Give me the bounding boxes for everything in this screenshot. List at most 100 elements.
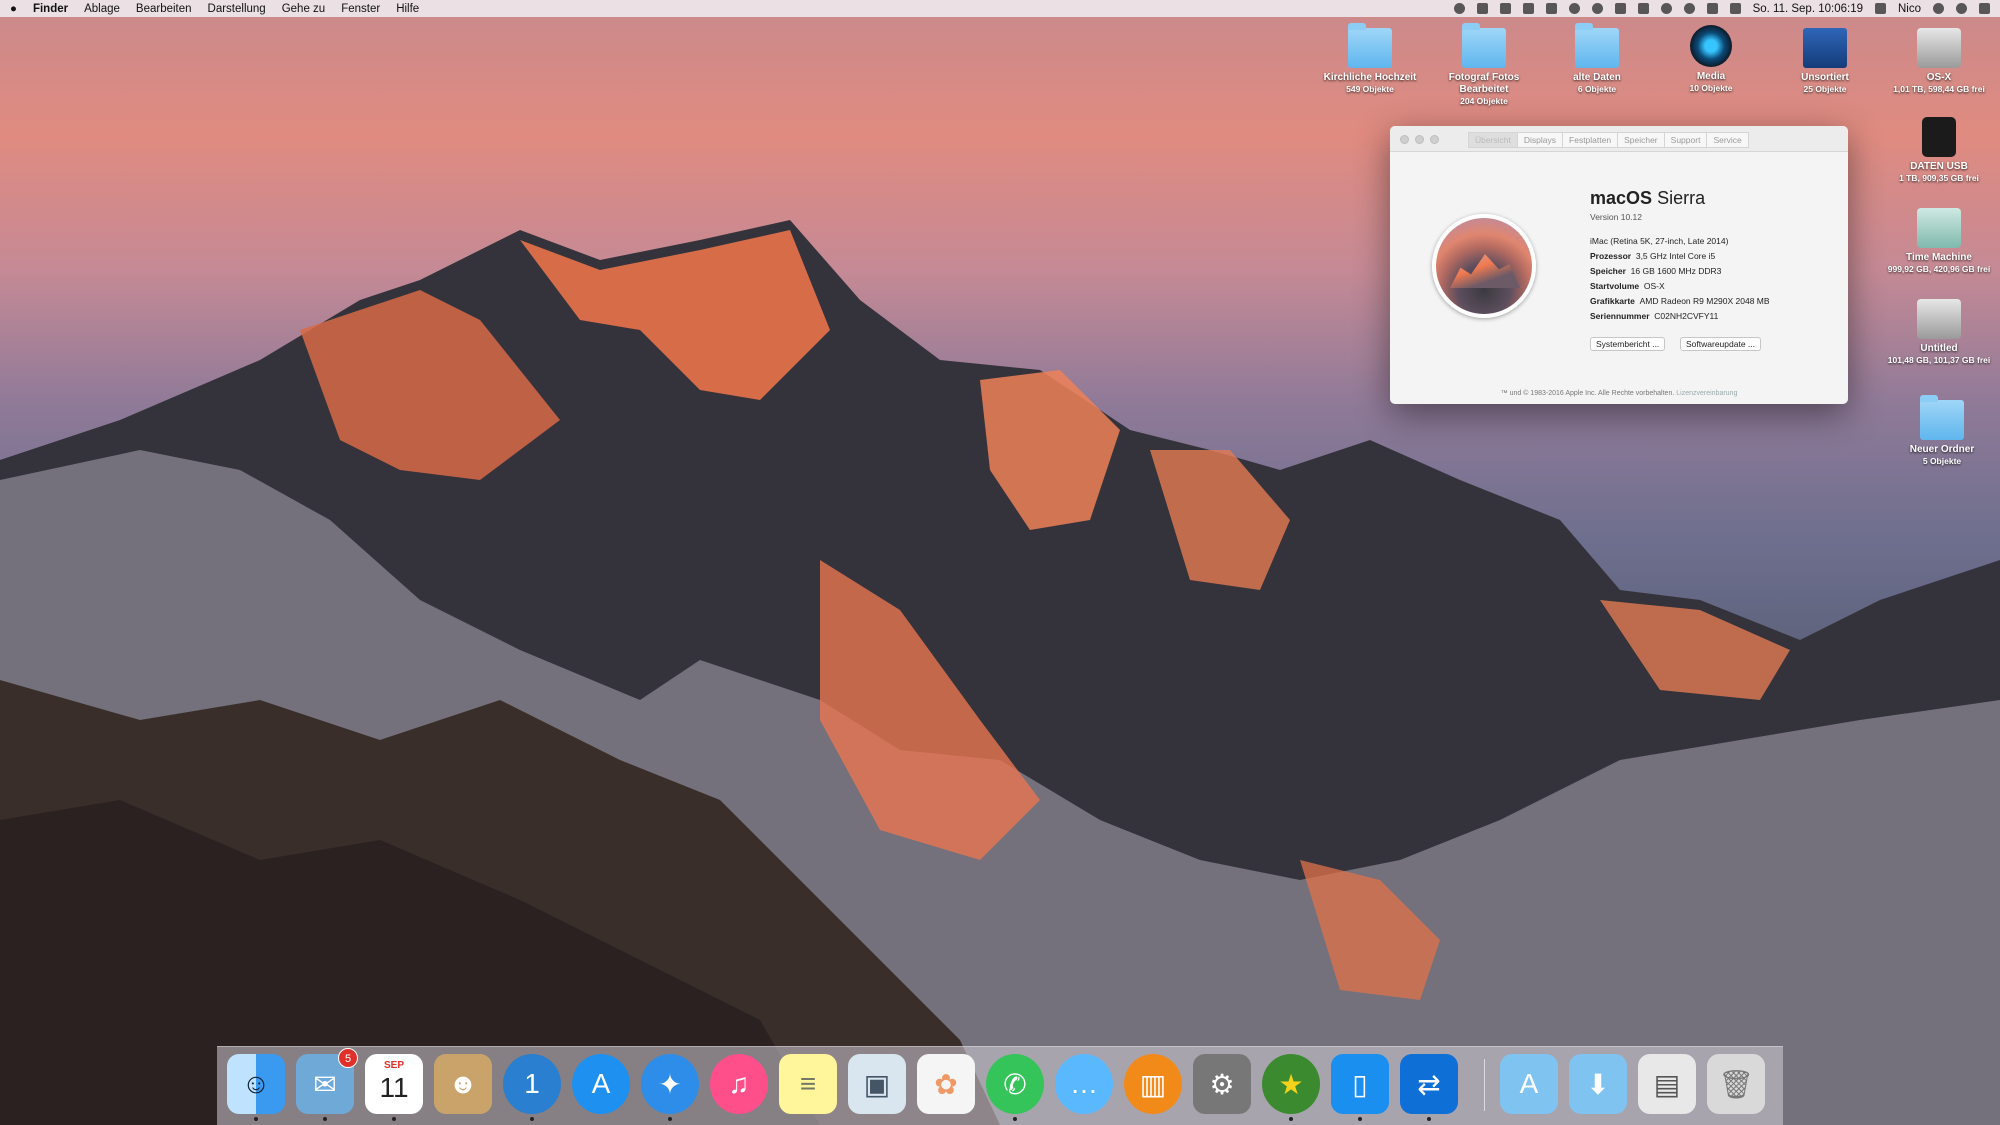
- tab-displays[interactable]: Displays: [1516, 132, 1564, 148]
- dropbox-icon[interactable]: [1545, 3, 1557, 14]
- dock-trash[interactable]: 🗑: [1707, 1054, 1765, 1114]
- dock: ☺ ✉ 5 SEP 11 ☻ 1 A ✦ ♫ ≡ ▣ ✿ ✆ … ▥ ⚙ ★ ▯ …: [217, 1046, 1783, 1125]
- tab-uebersicht[interactable]: Übersicht: [1468, 132, 1518, 148]
- tab-bar: Übersicht Displays Festplatten Speicher …: [1468, 132, 1749, 148]
- play-icon[interactable]: [1637, 3, 1649, 14]
- dock-separator: [1484, 1059, 1485, 1111]
- dock-1password[interactable]: 1: [503, 1054, 561, 1121]
- dock-screenshots-stack[interactable]: ▤: [1638, 1054, 1696, 1114]
- icon-sublabel: 6 Objekte: [1577, 84, 1617, 94]
- dock-1blocker[interactable]: ▯: [1331, 1054, 1389, 1121]
- status-icon-11[interactable]: [1683, 3, 1695, 14]
- status-icon-6[interactable]: [1568, 3, 1580, 14]
- menu-bearbeiten[interactable]: Bearbeiten: [136, 3, 192, 15]
- icon-label: alte Daten: [1573, 72, 1621, 83]
- volume-icon[interactable]: [1874, 3, 1886, 14]
- icon-sublabel: 101,48 GB, 101,37 GB frei: [1887, 355, 1991, 365]
- copyright-line: ™ und © 1983-2016 Apple Inc. Alle Rechte…: [1500, 390, 1738, 397]
- dock-mail[interactable]: ✉ 5: [296, 1048, 358, 1121]
- license-link[interactable]: Lizenzvereinbarung: [1676, 390, 1737, 397]
- dock-finder[interactable]: ☺: [227, 1054, 285, 1121]
- running-indicator: [668, 1117, 672, 1121]
- dock-contacts[interactable]: ☻: [434, 1054, 492, 1114]
- desktop-icon-time-machine[interactable]: Time Machine 999,92 GB, 420,96 GB frei: [1884, 208, 1994, 274]
- app-menu-finder[interactable]: Finder: [33, 3, 68, 15]
- dock-safari[interactable]: ✦: [641, 1054, 699, 1121]
- desktop-icon-unsortiert[interactable]: Unsortiert 25 Objekte: [1770, 28, 1880, 94]
- tab-speicher[interactable]: Speicher: [1617, 132, 1665, 148]
- menu-ablage[interactable]: Ablage: [84, 3, 120, 15]
- info-icon[interactable]: [1591, 3, 1603, 14]
- running-indicator: [530, 1117, 534, 1121]
- status-icon-2[interactable]: [1476, 3, 1488, 14]
- notes-icon: ≡: [799, 1068, 817, 1099]
- photos-icon: ✿: [934, 1068, 958, 1100]
- dock-teamviewer[interactable]: ⇄: [1400, 1054, 1458, 1121]
- menu-bar: ● Finder Ablage Bearbeiten Darstellung G…: [0, 0, 2000, 17]
- desktop-icon-fotograf-fotos[interactable]: Fotograf Fotos Bearbeitet 204 Objekte: [1429, 23, 1539, 106]
- dock-applications-folder[interactable]: A: [1500, 1054, 1558, 1114]
- icon-label: Neuer Ordner: [1909, 444, 1975, 455]
- menu-darstellung[interactable]: Darstellung: [208, 3, 266, 15]
- model-name: iMac (Retina 5K, 27-inch, Late 2014): [1590, 236, 1729, 246]
- apple-menu-icon[interactable]: ●: [10, 3, 17, 15]
- notification-center-icon[interactable]: [1979, 3, 1990, 14]
- dock-ibooks[interactable]: ▥: [1124, 1054, 1182, 1114]
- desktop-icon-media[interactable]: Media 10 Objekte: [1656, 25, 1766, 93]
- wifi-icon[interactable]: [1729, 3, 1741, 14]
- airplay-icon[interactable]: [1706, 3, 1718, 14]
- desktop-icon-kirchliche-hochzeit[interactable]: Kirchliche Hochzeit 549 Objekte: [1315, 23, 1425, 94]
- menu-gehe-zu[interactable]: Gehe zu: [282, 3, 325, 15]
- software-update-button[interactable]: Softwareupdate ...: [1680, 337, 1761, 351]
- dock-system-preferences[interactable]: ⚙: [1193, 1054, 1251, 1114]
- unsorted-folder-icon: [1803, 28, 1847, 68]
- itunes-icon: ♫: [728, 1068, 750, 1099]
- window-titlebar[interactable]: Übersicht Displays Festplatten Speicher …: [1390, 126, 1848, 152]
- icon-sublabel: 1,01 TB, 598,44 GB frei: [1893, 84, 1985, 94]
- dock-messages[interactable]: …: [1055, 1054, 1113, 1114]
- warning-icon[interactable]: [1522, 3, 1534, 14]
- dock-preview[interactable]: ▣: [848, 1054, 906, 1114]
- finder-icon: ☺: [241, 1068, 271, 1099]
- safari-icon: ✦: [658, 1068, 682, 1100]
- desktop-icon-neuer-ordner[interactable]: Neuer Ordner 5 Objekte: [1887, 395, 1997, 466]
- tab-service[interactable]: Service: [1706, 132, 1749, 148]
- desktop-icon-alte-daten[interactable]: alte Daten 6 Objekte: [1542, 23, 1652, 94]
- running-indicator: [1289, 1117, 1293, 1121]
- desktop-icon-untitled[interactable]: Untitled 101,48 GB, 101,37 GB frei: [1884, 299, 1994, 365]
- dock-photos[interactable]: ✿: [917, 1054, 975, 1114]
- dock-itunes[interactable]: ♫: [710, 1054, 768, 1114]
- bluetooth-icon[interactable]: [1614, 3, 1626, 14]
- usb-drive-icon: [1922, 117, 1956, 157]
- zoom-button[interactable]: [1430, 135, 1439, 144]
- desktop-icon-daten-usb[interactable]: DATEN USB 1 TB, 909,35 GB frei: [1884, 117, 1994, 183]
- close-button[interactable]: [1400, 135, 1409, 144]
- dock-downloads-folder[interactable]: ⬇: [1569, 1054, 1627, 1114]
- minimize-button[interactable]: [1415, 135, 1424, 144]
- spec-graphics: Grafikkarte AMD Radeon R9 M290X 2048 MB: [1590, 296, 1770, 306]
- menu-hilfe[interactable]: Hilfe: [396, 3, 419, 15]
- menu-fenster[interactable]: Fenster: [341, 3, 380, 15]
- dock-jdownloader[interactable]: ★: [1262, 1054, 1320, 1121]
- hard-drive-icon: [1917, 299, 1961, 339]
- spotlight-search-icon[interactable]: [1933, 3, 1944, 14]
- dock-whatsapp[interactable]: ✆: [986, 1054, 1044, 1121]
- spec-startup-disk: Startvolume OS-X: [1590, 281, 1665, 291]
- clock[interactable]: So. 11. Sep. 10:06:19: [1753, 3, 1863, 15]
- icon-label: Fotograf Fotos Bearbeitet: [1448, 72, 1520, 95]
- tab-support[interactable]: Support: [1663, 132, 1708, 148]
- user-name[interactable]: Nico: [1898, 3, 1921, 15]
- dock-calendar[interactable]: SEP 11: [365, 1054, 423, 1121]
- spec-processor: Prozessor 3,5 GHz Intel Core i5: [1590, 251, 1716, 261]
- cloud-icon[interactable]: [1499, 3, 1511, 14]
- time-machine-icon[interactable]: [1660, 3, 1672, 14]
- dock-app-store[interactable]: A: [572, 1054, 630, 1114]
- siri-icon[interactable]: [1956, 3, 1967, 14]
- desktop-icon-os-x[interactable]: OS-X 1,01 TB, 598,44 GB frei: [1884, 28, 1994, 94]
- os-name: macOS Sierra: [1590, 188, 1706, 208]
- tab-festplatten[interactable]: Festplatten: [1562, 132, 1619, 148]
- trash-icon: 🗑: [1718, 1068, 1754, 1100]
- dock-notes[interactable]: ≡: [779, 1054, 837, 1114]
- system-report-button[interactable]: Systembericht ...: [1590, 337, 1666, 351]
- status-icon-1[interactable]: [1453, 3, 1465, 14]
